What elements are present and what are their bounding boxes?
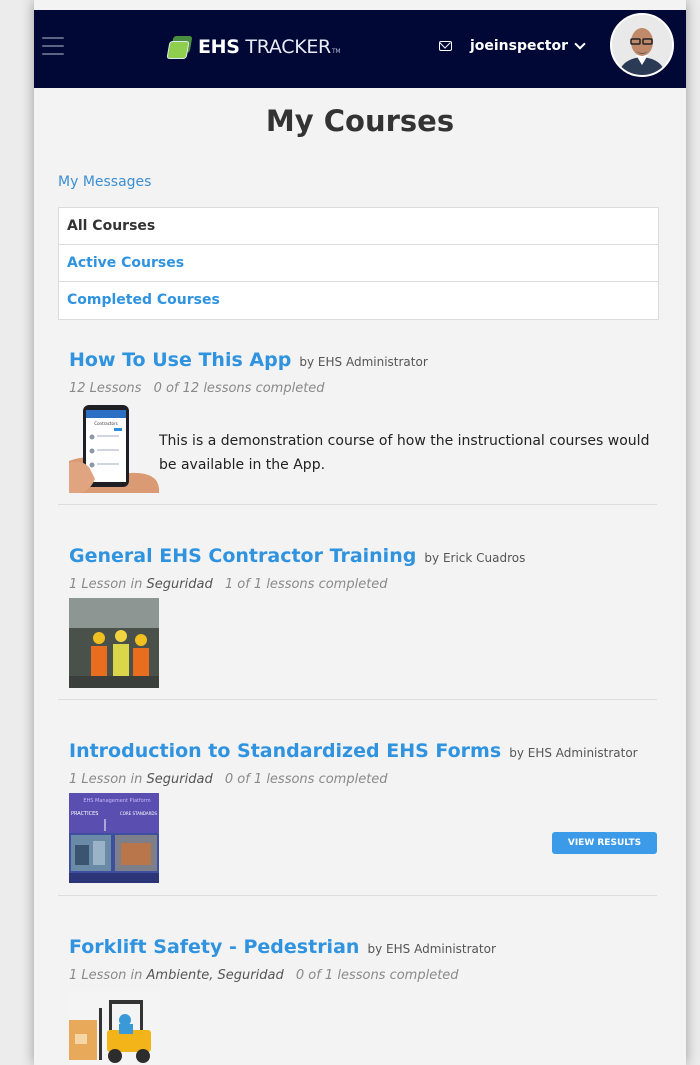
chevron-down-icon[interactable] — [574, 38, 586, 50]
course-meta: 1 Lesson in Ambiente, Seguridad 0 of 1 l… — [69, 968, 459, 983]
lessons-completed: 0 of 1 lessons completed — [295, 968, 459, 983]
course-thumbnail-forklift[interactable] — [69, 990, 159, 1065]
course-item: How To Use This App by EHS Administrator… — [58, 349, 657, 505]
course-title-row: Forklift Safety - Pedestrian by EHS Admi… — [69, 936, 496, 958]
logo-text: EHS TRACKERTM — [198, 36, 341, 58]
lessons-completed: 1 of 1 lessons completed — [224, 577, 388, 592]
course-title-link[interactable]: General EHS Contractor Training — [69, 545, 416, 567]
course-meta: 12 Lessons 0 of 12 lessons completed — [69, 381, 325, 396]
lesson-count: 12 Lessons — [69, 381, 142, 396]
course-title-link[interactable]: How To Use This App — [69, 349, 291, 371]
username-label[interactable]: joeinspector — [470, 38, 568, 54]
course-title-link[interactable]: Forklift Safety - Pedestrian — [69, 936, 359, 958]
user-avatar[interactable] — [610, 13, 674, 77]
course-title-row: How To Use This App by EHS Administrator — [69, 349, 428, 371]
course-author: by EHS Administrator — [367, 942, 496, 956]
course-filter-list: All Courses Active Courses Completed Cou… — [58, 207, 659, 320]
view-results-button[interactable]: VIEW RESULTS — [552, 832, 657, 854]
my-messages-link[interactable]: My Messages — [58, 174, 151, 190]
course-author: by Erick Cuadros — [424, 551, 526, 565]
course-author: by EHS Administrator — [299, 355, 428, 369]
logo-mark-icon — [166, 36, 193, 59]
top-navigation-bar: EHS TRACKERTM joeinspector — [34, 10, 686, 88]
hamburger-menu-icon[interactable] — [42, 37, 64, 55]
filter-all-courses[interactable]: All Courses — [59, 208, 658, 245]
app-frame: EHS TRACKERTM joeinspector My Courses My… — [34, 0, 686, 1065]
lesson-count: 1 Lesson — [69, 577, 127, 592]
filter-active-courses[interactable]: Active Courses — [59, 245, 658, 282]
lesson-count: 1 Lesson — [69, 968, 127, 983]
ehs-tracker-logo[interactable]: EHS TRACKERTM — [166, 32, 341, 62]
filter-completed-courses[interactable]: Completed Courses — [59, 282, 658, 319]
course-category: Seguridad — [146, 772, 213, 787]
user-menu[interactable]: joeinspector — [438, 38, 586, 54]
course-thumbnail-phone[interactable]: Contractors — [69, 403, 159, 493]
course-item: General EHS Contractor Training by Erick… — [58, 505, 657, 700]
forms-right-label: CORE STANDARDS — [120, 811, 158, 816]
page-title: My Courses — [265, 104, 455, 138]
course-category: Seguridad — [146, 577, 213, 592]
course-title-row: Introduction to Standardized EHS Forms b… — [69, 740, 638, 762]
course-title-row: General EHS Contractor Training by Erick… — [69, 545, 525, 567]
mail-icon[interactable] — [438, 41, 452, 51]
forms-banner-label: EHS Management Platform — [83, 798, 150, 804]
course-meta: 1 Lesson in Seguridad 0 of 1 lessons com… — [69, 772, 388, 787]
course-description: This is a demonstration course of how th… — [159, 433, 650, 473]
course-category: Ambiente, Seguridad — [146, 968, 284, 983]
course-item: Introduction to Standardized EHS Forms b… — [58, 700, 657, 896]
course-thumbnail-forms[interactable]: EHS Management Platform PRACTICES CORE S… — [69, 793, 159, 883]
course-thumbnail-workers[interactable] — [69, 598, 159, 688]
phone-screen-label: Contractors — [94, 421, 117, 426]
course-author: by EHS Administrator — [509, 746, 638, 760]
course-title-link[interactable]: Introduction to Standardized EHS Forms — [69, 740, 501, 762]
lessons-completed: 0 of 1 lessons completed — [224, 772, 388, 787]
course-meta: 1 Lesson in Seguridad 1 of 1 lessons com… — [69, 577, 388, 592]
lesson-count: 1 Lesson — [69, 772, 127, 787]
lessons-completed: 0 of 12 lessons completed — [153, 381, 325, 396]
forms-left-label: PRACTICES — [71, 811, 98, 817]
course-item: Forklift Safety - Pedestrian by EHS Admi… — [58, 896, 657, 1065]
